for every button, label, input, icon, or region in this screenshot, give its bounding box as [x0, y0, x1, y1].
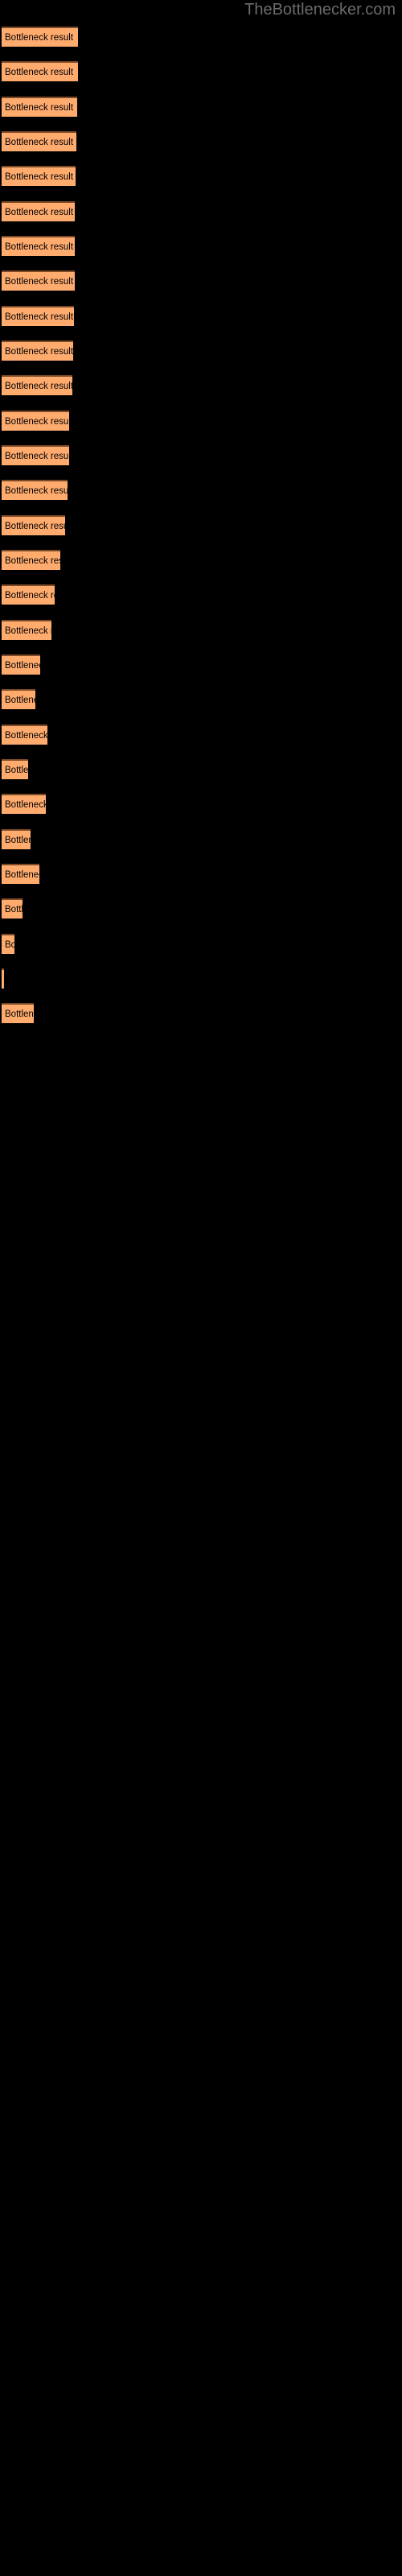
bar-row: Bottleneck result [2, 480, 68, 501]
bar-segment: Bottleneck result [2, 724, 47, 745]
bar-label: Bottleneck result [5, 869, 39, 880]
bar-label: Bottleneck result [5, 905, 23, 915]
bar-segment: Bottleneck result [2, 200, 75, 221]
bar-segment: Bottleneck result [2, 863, 39, 884]
bar-label: Bottleneck result [5, 382, 72, 392]
bar-segment: Bottleneck result [2, 166, 76, 187]
bar-segment: Bottleneck result [2, 305, 74, 326]
bar-label: Bottleneck result [5, 660, 40, 671]
bar-label: Bottleneck result [5, 696, 35, 706]
bar-segment: Bottleneck result [2, 689, 35, 710]
bar-label: Bottleneck result [5, 102, 74, 113]
bar-segment: Bottleneck result [2, 96, 77, 117]
bar-row: Bottleneck result [2, 444, 69, 465]
bar-label: Bottleneck result [5, 416, 69, 427]
bar-row: Bottleneck result [2, 863, 39, 884]
bar-row: Bottleneck result [2, 1003, 34, 1024]
bar-label: Bottleneck result [5, 137, 74, 147]
bar-row: Bottleneck result [2, 794, 46, 815]
bar-label: Bottleneck result [5, 625, 51, 636]
bar-segment: Bottleneck result [2, 549, 60, 570]
bar-row: Bottleneck result [2, 654, 40, 675]
bar-row: Bottleneck result [2, 514, 65, 535]
bar-segment: Bottleneck result [2, 898, 23, 919]
bar-label: Bottleneck result [5, 521, 65, 531]
bar-label: Bottleneck result [5, 486, 68, 497]
bar-segment: Bottleneck result [2, 794, 46, 815]
bar-segment: Bottleneck result [2, 27, 78, 47]
bar-segment: Bottleneck result [2, 235, 75, 256]
site-watermark: TheBottlenecker.com [244, 1, 396, 19]
bar-segment: Bottleneck result [2, 514, 65, 535]
bar-segment: Bottleneck result [2, 584, 55, 605]
bar-row: Bottleneck result [2, 340, 73, 361]
bar-label: Bottleneck result [5, 1009, 34, 1020]
bar-label: Bottleneck result [5, 346, 73, 357]
bottleneck-bar-chart: TheBottlenecker.com Bottleneck result Bot… [0, 0, 402, 2576]
bar-segment: Bottleneck result [2, 480, 68, 501]
bar-label: Bottleneck result [5, 277, 74, 287]
bar-row: Bottleneck result [2, 130, 76, 151]
bar-label: Bottleneck result [5, 939, 14, 950]
bar-row: Bottleneck result [2, 200, 75, 221]
bar-row: Bottleneck result [2, 410, 69, 431]
bar-row: Bottleneck result [2, 96, 77, 117]
bar-segment: Bottleneck result [2, 61, 78, 82]
bar-label: Bottleneck result [5, 800, 46, 811]
bar-row: Bottleneck result [2, 549, 60, 570]
bar-segment: Bottleneck result [2, 1003, 34, 1024]
bar-row: Bottleneck result [2, 270, 75, 291]
bar-segment: Bottleneck result [2, 444, 69, 465]
bar-segment: Bottleneck result [2, 375, 72, 396]
bar-row: Bottleneck result [2, 375, 72, 396]
bar-label: Bottleneck result [5, 835, 31, 845]
bar-segment: Bottleneck result [2, 619, 51, 640]
bar-row: Bottleneck result [2, 235, 75, 256]
bar-segment: Bottleneck result [2, 130, 76, 151]
bar-label: Bottleneck result [5, 33, 74, 43]
bar-segment: Bottleneck result [2, 828, 31, 849]
bar-row: Bottleneck result [2, 166, 76, 187]
bar-label: Bottleneck result [5, 555, 60, 566]
bar-row: Bottleneck result [2, 61, 78, 82]
bar-label: Bottleneck result [5, 591, 55, 601]
bar-segment: Bottleneck result [2, 340, 73, 361]
bar-label: Bottleneck result [5, 242, 74, 252]
bar-label: Bottleneck result [5, 730, 47, 741]
bar-row: Bottleneck result [2, 968, 4, 989]
bar-segment: Bottleneck result [2, 410, 69, 431]
bar-row: Bottleneck result [2, 724, 47, 745]
bar-row: Bottleneck result [2, 584, 55, 605]
bar-segment: Bottleneck result [2, 758, 28, 779]
bar-segment: Bottleneck result [2, 933, 14, 954]
bar-row: Bottleneck result [2, 933, 14, 954]
bar-segment: Bottleneck result [2, 968, 4, 989]
bar-label: Bottleneck result [5, 207, 74, 217]
bar-row: Bottleneck result [2, 898, 23, 919]
bar-label: Bottleneck result [5, 312, 74, 322]
bar-label: Bottleneck result [5, 172, 74, 183]
bar-segment: Bottleneck result [2, 270, 75, 291]
bar-row: Bottleneck result [2, 758, 28, 779]
bar-label: Bottleneck result [5, 68, 74, 78]
bar-label: Bottleneck result [5, 765, 28, 775]
bar-row: Bottleneck result [2, 619, 51, 640]
bar-row: Bottleneck result [2, 27, 78, 47]
bar-row: Bottleneck result [2, 305, 74, 326]
bar-segment: Bottleneck result [2, 654, 40, 675]
bar-row: Bottleneck result [2, 828, 31, 849]
bar-row: Bottleneck result [2, 689, 35, 710]
bar-label: Bottleneck result [5, 451, 69, 461]
